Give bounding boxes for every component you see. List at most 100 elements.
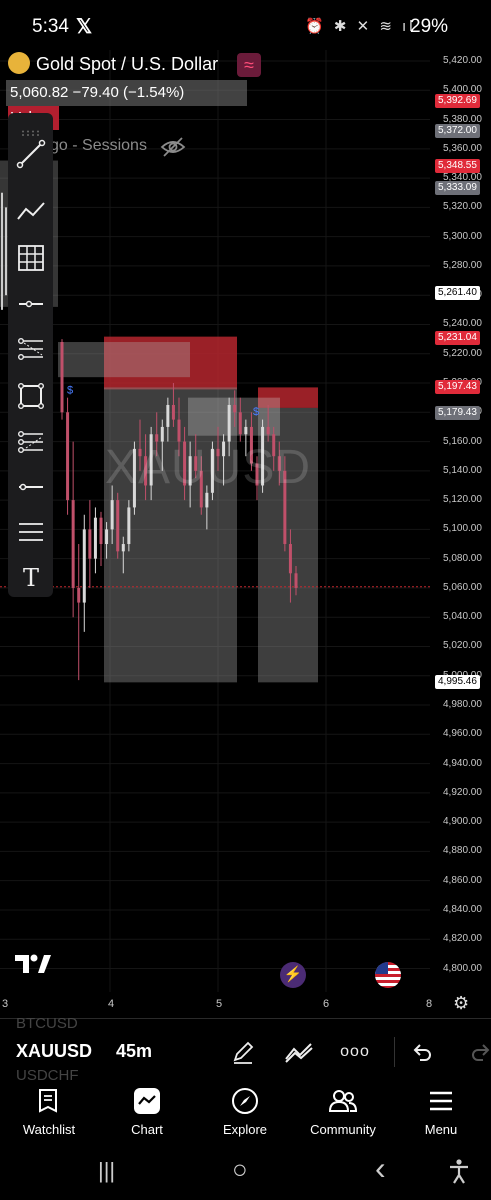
chart-canvas[interactable]: $ $ [0, 50, 430, 992]
text-tool-icon[interactable]: T [12, 559, 50, 597]
price-tick: 5,120.00 [443, 494, 482, 506]
candle-body [88, 529, 92, 559]
candle-body [60, 342, 64, 413]
nav-menu-label: Menu [424, 1122, 458, 1137]
price-tick: 4,880.00 [443, 845, 482, 857]
price-tick: 4,840.00 [443, 903, 482, 915]
candle-body [82, 529, 86, 603]
undo-icon[interactable] [405, 1035, 439, 1069]
price-tick: 4,940.00 [443, 757, 482, 769]
eye-off-icon[interactable] [160, 136, 186, 163]
more-options-icon[interactable]: ooo [338, 1035, 372, 1069]
candle-body [266, 426, 270, 435]
price-level-label[interactable]: 5,372.00 [435, 124, 480, 139]
interval-selector[interactable]: 45m [116, 1041, 152, 1062]
candle-body [294, 573, 298, 588]
candle-body [110, 500, 114, 530]
nav-watchlist[interactable]: Watchlist [4, 1084, 94, 1137]
gold-logo-icon [8, 52, 30, 74]
drawing-toolbar: T [8, 113, 53, 597]
price-axis[interactable]: 5,420.00 5,400.00 5,380.00 5,360.00 5,340.00… [430, 50, 491, 992]
candle-body [116, 500, 120, 552]
price-tick: 4,900.00 [443, 816, 482, 828]
nav-explore[interactable]: Explore [200, 1084, 290, 1137]
price-tick: 5,380.00 [443, 113, 482, 125]
price-tick: 5,220.00 [443, 347, 482, 359]
tradingview-logo-icon[interactable] [14, 953, 52, 980]
x-app-icon: 𝕏 [76, 16, 93, 38]
horizontal-line-icon[interactable] [12, 468, 50, 506]
candle-body [177, 419, 181, 442]
price-tick: 5,320.00 [443, 201, 482, 213]
price-tick: 4,800.00 [443, 962, 482, 974]
multi-point-line-icon[interactable] [12, 193, 50, 231]
parallel-lines-icon[interactable] [12, 513, 50, 551]
wave-indicator-icon[interactable]: ≈ [237, 53, 261, 77]
lightning-icon[interactable]: ⚡ [280, 962, 306, 988]
price-level-label[interactable]: 5,348.55 [435, 158, 480, 173]
nav-community[interactable]: Community [298, 1084, 388, 1137]
price-tick: 4,980.00 [443, 699, 482, 711]
sessions-indicator-label[interactable]: go - Sessions [50, 137, 147, 155]
candle-body [93, 517, 97, 559]
previous-symbol[interactable]: BTCUSD [16, 1015, 78, 1032]
trend-line-icon[interactable] [12, 135, 50, 173]
time-tick: 8 [426, 998, 433, 1010]
nav-menu[interactable]: Menu [396, 1084, 486, 1137]
candle-body [166, 404, 170, 427]
accessibility-icon[interactable] [448, 1158, 470, 1189]
time-tick: 4 [108, 998, 115, 1010]
price-level-label[interactable]: 5,261.40 [435, 286, 480, 301]
compass-icon [200, 1084, 290, 1118]
fib-retracement-icon[interactable] [12, 331, 50, 369]
symbol-title[interactable]: Gold Spot / U.S. Dollar [8, 52, 218, 75]
redo-icon[interactable] [464, 1035, 491, 1069]
drag-handle-icon[interactable] [21, 123, 41, 136]
price-level-label[interactable]: 5,333.09 [435, 181, 480, 196]
nav-watchlist-label: Watchlist [22, 1122, 76, 1137]
candle-body [171, 404, 175, 420]
price-level-label[interactable]: 5,179.43 [435, 406, 480, 421]
menu-icon [396, 1084, 486, 1118]
next-symbol[interactable]: USDCHF [16, 1067, 79, 1084]
recents-button[interactable]: ||| [98, 1158, 115, 1184]
price-tick: 4,860.00 [443, 874, 482, 886]
community-icon [298, 1084, 388, 1118]
price-level-label[interactable]: 5,392.69 [435, 93, 480, 108]
price-level-label[interactable]: 5,197.43 [435, 379, 480, 394]
price-tick: 5,020.00 [443, 640, 482, 652]
symbol-watermark: XAUUSD [105, 441, 312, 494]
candle-body [71, 500, 75, 588]
bottom-navigation: Watchlist Chart Explore Community Menu [0, 1084, 491, 1146]
back-button[interactable]: ‹ [375, 1150, 386, 1187]
price-tick: 5,080.00 [443, 552, 482, 564]
price-level-label[interactable]: 5,231.04 [435, 330, 480, 345]
pencil-icon[interactable] [226, 1035, 260, 1069]
time-tick: 6 [323, 998, 330, 1010]
toolbar-divider [394, 1037, 395, 1067]
status-time: 5:34 [32, 16, 69, 37]
candle-body [105, 529, 109, 545]
price-tick: 5,100.00 [443, 523, 482, 535]
system-navigation: ||| ○ ‹ [0, 1146, 491, 1200]
candle-body [288, 544, 292, 574]
price-tick: 5,420.00 [443, 55, 482, 66]
rectangle-icon[interactable] [12, 377, 50, 415]
price-level-label[interactable]: 4,995.46 [435, 675, 480, 690]
settings-gear-icon[interactable]: ⚙ [453, 993, 469, 1014]
nav-community-label: Community [310, 1122, 376, 1137]
candle-body [66, 412, 70, 501]
nav-chart-label: Chart [131, 1122, 163, 1137]
us-flag-icon[interactable] [375, 962, 401, 988]
home-button[interactable]: ○ [232, 1154, 248, 1185]
nav-chart[interactable]: Chart [102, 1084, 192, 1137]
indicators-icon[interactable] [282, 1035, 316, 1069]
battery-percent: 29% [410, 16, 449, 37]
symbol-title-text: Gold Spot / U.S. Dollar [36, 54, 219, 74]
price-chart[interactable]: $$ [0, 50, 430, 992]
symbol-selector[interactable]: XAUUSD [16, 1041, 92, 1062]
grid-icon[interactable] [12, 239, 50, 277]
candle-body [233, 404, 237, 413]
pitchfork-icon[interactable] [12, 423, 50, 461]
horizontal-ray-icon[interactable] [12, 285, 50, 323]
